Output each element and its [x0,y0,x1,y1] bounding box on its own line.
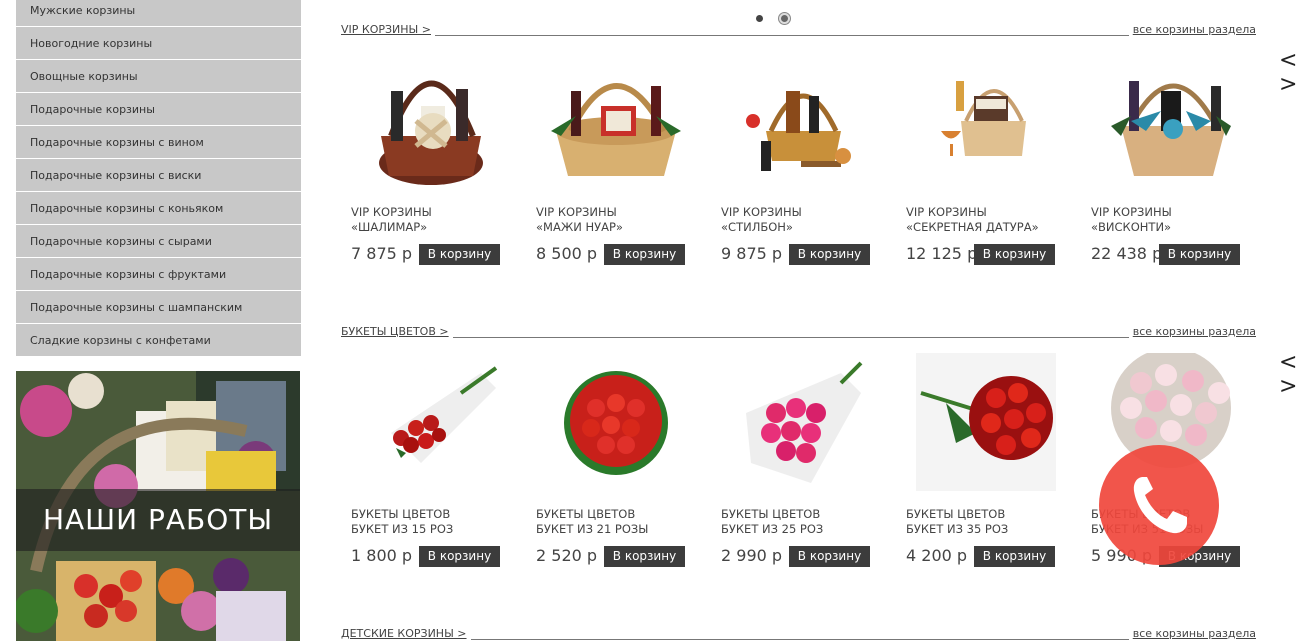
vip-slider-arrows: < > [1279,50,1299,98]
basket-image[interactable] [731,51,871,189]
all-section-link[interactable]: все корзины раздела [1128,627,1256,640]
next-arrow-icon[interactable]: > [1279,74,1299,98]
product-name[interactable]: VIP КОРЗИНЫ «ВИСКОНТИ» [1091,205,1261,235]
product-name[interactable]: VIP КОРЗИНЫ «МАЖИ НУАР» [536,205,706,235]
add-to-cart-button[interactable]: В корзину [419,244,500,265]
section-divider [341,639,1256,640]
section-title-link[interactable]: БУКЕТЫ ЦВЕТОВ > [341,325,453,338]
all-section-link[interactable]: все корзины раздела [1128,23,1256,36]
product-name[interactable]: БУКЕТЫ ЦВЕТОВ БУКЕТ ИЗ 21 РОЗЫ [536,507,706,537]
bouquet-image[interactable] [731,353,871,491]
sidebar-item-sweet-baskets[interactable]: Сладкие корзины с конфетами [16,324,301,357]
sidebar-item-gift-baskets-whisky[interactable]: Подарочные корзины с виски [16,159,301,192]
product-price: 2 520 р [536,546,598,565]
product-price: 2 990 р [721,546,783,565]
sidebar-item-gift-baskets-fruit[interactable]: Подарочные корзины с фруктами [16,258,301,291]
section-divider [341,35,1256,36]
basket-image[interactable] [361,51,501,189]
bouquet-image[interactable] [916,353,1056,491]
section-title-link[interactable]: ДЕТСКИЕ КОРЗИНЫ > [341,627,471,640]
product-name[interactable]: БУКЕТЫ ЦВЕТОВ БУКЕТ ИЗ 15 РОЗ [351,507,521,537]
product-price: 1 800 р [351,546,413,565]
sidebar-item-gift-baskets-champagne[interactable]: Подарочные корзины с шампанским [16,291,301,324]
product-price: 4 200 р [906,546,968,565]
sidebar-item-gift-baskets-cheese[interactable]: Подарочные корзины с сырами [16,225,301,258]
phone-icon [1133,477,1187,534]
prev-arrow-icon[interactable]: < [1279,352,1299,376]
our-works-banner[interactable]: НАШИ РАБОТЫ [16,371,300,641]
product-name[interactable]: БУКЕТЫ ЦВЕТОВ БУКЕТ ИЗ 25 РОЗ [721,507,891,537]
product-name[interactable]: VIP КОРЗИНЫ «ШАЛИМАР» [351,205,521,235]
product-price: 8 500 р [536,244,598,263]
add-to-cart-button[interactable]: В корзину [789,244,870,265]
sidebar-item-gift-baskets-wine[interactable]: Подарочные корзины с вином [16,126,301,159]
section-header: ДЕТСКИЕ КОРЗИНЫ > все корзины раздела [341,627,1256,641]
prev-arrow-icon[interactable]: < [1279,50,1299,74]
section-title-link[interactable]: VIP КОРЗИНЫ > [341,23,435,36]
works-banner-title: НАШИ РАБОТЫ [42,503,274,536]
product-price: 7 875 р [351,244,413,263]
slider-dot-icon[interactable] [756,15,763,22]
add-to-cart-button[interactable]: В корзину [1159,244,1240,265]
section-kids-baskets: ДЕТСКИЕ КОРЗИНЫ > все корзины раздела [341,627,1256,641]
sidebar-item-vegetable-baskets[interactable]: Овощные корзины [16,60,301,93]
product-price: 9 875 р [721,244,783,263]
product-name[interactable]: БУКЕТЫ ЦВЕТОВ БУКЕТ ИЗ 35 РОЗ [906,507,1076,537]
product-price: 12 125 р [906,244,978,263]
section-header: БУКЕТЫ ЦВЕТОВ > все корзины раздела [341,325,1256,343]
basket-image[interactable] [1101,51,1241,189]
all-section-link[interactable]: все корзины раздела [1128,325,1256,338]
bouquet-image[interactable] [546,353,686,491]
section-divider [341,337,1256,338]
sidebar-item-new-year-baskets[interactable]: Новогодние корзины [16,27,301,60]
bouquets-slider-arrows: < > [1279,352,1299,400]
add-to-cart-button[interactable]: В корзину [604,546,685,567]
add-to-cart-button[interactable]: В корзину [974,546,1055,567]
sidebar-item-gift-baskets-cognac[interactable]: Подарочные корзины с коньяком [16,192,301,225]
next-arrow-icon[interactable]: > [1279,376,1299,400]
add-to-cart-button[interactable]: В корзину [419,546,500,567]
callback-button[interactable] [1099,445,1219,565]
product-name[interactable]: VIP КОРЗИНЫ «СТИЛБОН» [721,205,891,235]
sidebar-item-mens-baskets[interactable]: Мужские корзины [16,0,301,27]
category-sidebar: Мужские корзины Новогодние корзины Овощн… [16,0,301,357]
bouquet-image[interactable] [361,353,501,491]
product-price: 22 438 р [1091,244,1163,263]
section-vip-baskets: VIP КОРЗИНЫ > все корзины раздела VIP КО… [341,23,1256,283]
add-to-cart-button[interactable]: В корзину [974,244,1055,265]
basket-image[interactable] [546,51,686,189]
product-name[interactable]: VIP КОРЗИНЫ «СЕКРЕТНАЯ ДАТУРА» [906,205,1076,235]
add-to-cart-button[interactable]: В корзину [789,546,870,567]
basket-image[interactable] [916,51,1056,189]
add-to-cart-button[interactable]: В корзину [604,244,685,265]
sidebar-item-gift-baskets[interactable]: Подарочные корзины [16,93,301,126]
section-header: VIP КОРЗИНЫ > все корзины раздела [341,23,1256,41]
